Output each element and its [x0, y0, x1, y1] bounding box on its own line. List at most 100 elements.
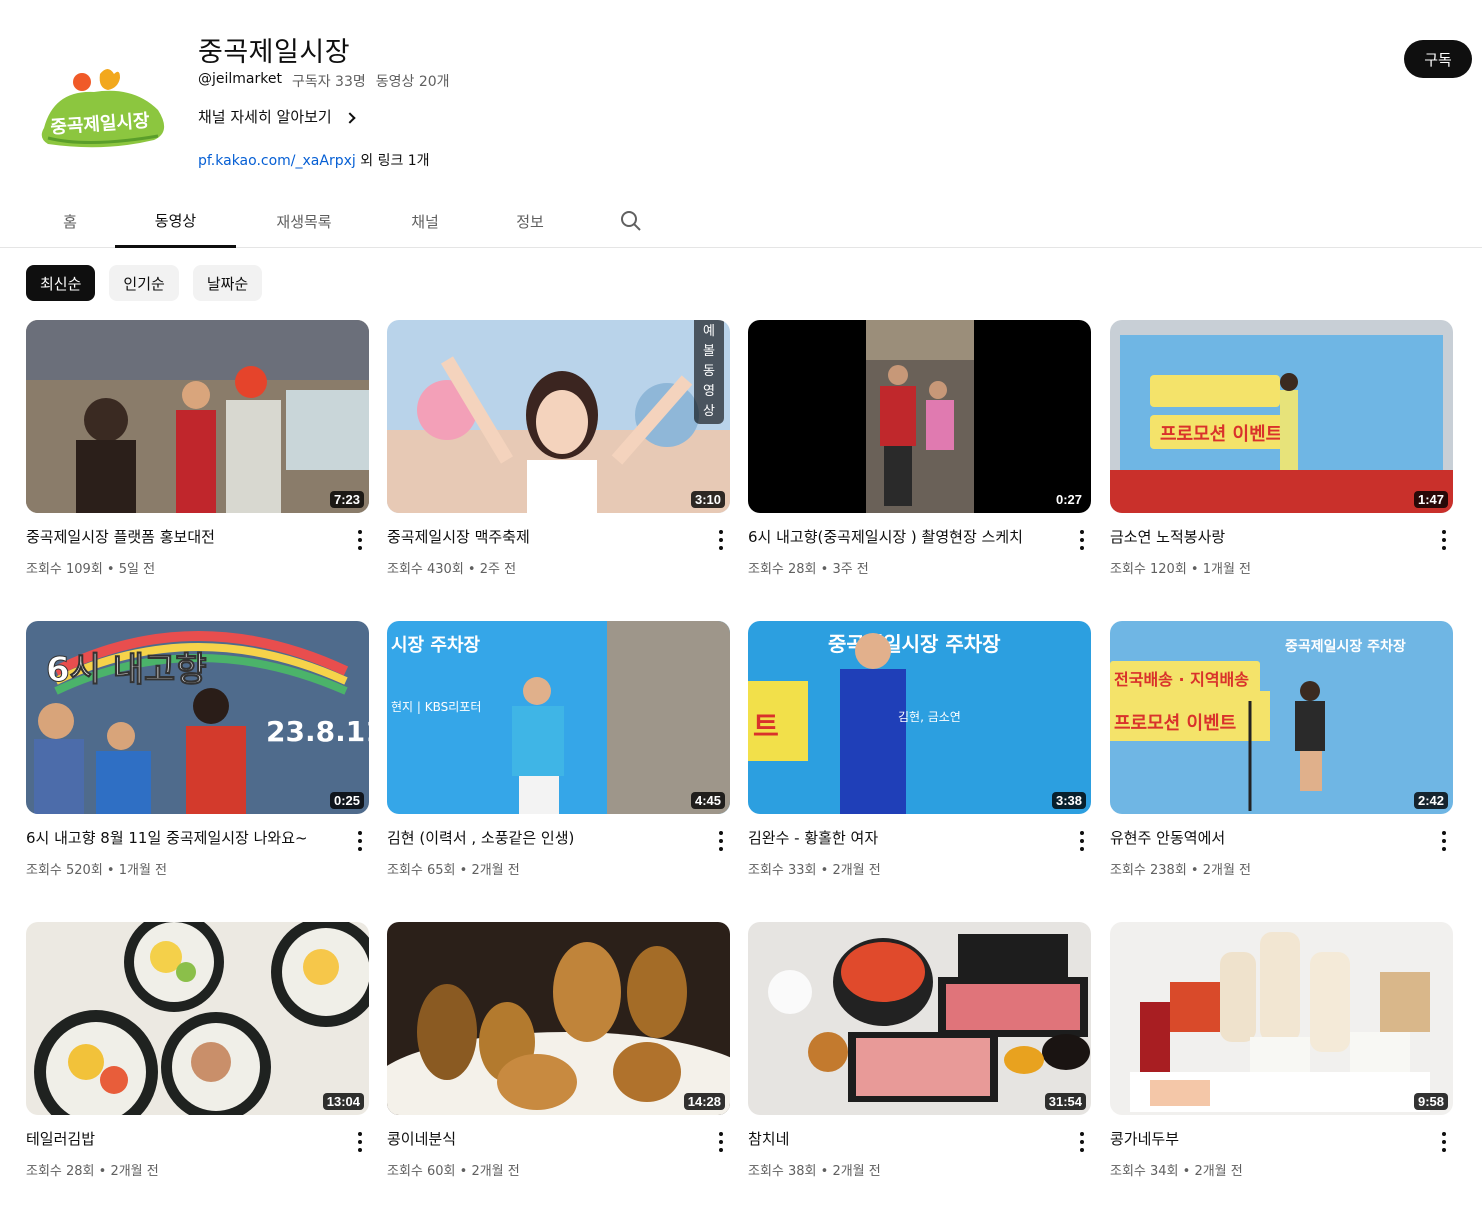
- svg-text:현지 | KBS리포터: 현지 | KBS리포터: [391, 700, 481, 714]
- more-options-icon[interactable]: [357, 530, 363, 550]
- channel-links: pf.kakao.com/_xaArpxj 외 링크 1개: [198, 150, 430, 170]
- video-meta: 조회수 520회 • 1개월 전: [26, 863, 168, 878]
- video-card[interactable]: 전국배송 · 지역배송 프로모션 이벤트 중곡제일시장 주차장 2:42 유현주 …: [1110, 621, 1453, 891]
- more-options-icon[interactable]: [718, 831, 724, 851]
- thumbnail-overlay-label: 예볼동영상: [694, 320, 724, 424]
- video-duration: 1:47: [1413, 491, 1448, 508]
- channel-more-label: 채널 자세히 알아보기: [198, 108, 332, 126]
- more-options-icon[interactable]: [1079, 831, 1085, 851]
- video-duration: 0:27: [1051, 491, 1086, 508]
- sort-chips: 최신순 인기순 날짜순: [26, 265, 263, 301]
- video-duration: 3:10: [690, 491, 725, 508]
- video-title[interactable]: 김완수 - 황홀한 여자: [748, 827, 1068, 848]
- video-thumbnail[interactable]: 13:04: [26, 922, 369, 1115]
- video-count: 동영상 20개: [375, 74, 450, 90]
- video-duration: 7:23: [329, 491, 364, 508]
- video-thumbnail[interactable]: 예 볼 동 영 상 3:10: [387, 320, 730, 513]
- svg-text:6시 내고향: 6시 내고향: [46, 650, 207, 690]
- svg-text:중곡제일시장 주차장: 중곡제일시장 주차장: [828, 632, 1001, 656]
- video-title[interactable]: 유현주 안동역에서: [1110, 827, 1430, 848]
- video-card[interactable]: 31:54 참치네조회수 38회 • 2개월 전: [748, 922, 1091, 1192]
- video-title[interactable]: 테일러김밥: [26, 1128, 346, 1149]
- chip-oldest[interactable]: 날짜순: [192, 265, 263, 301]
- video-meta: 조회수 238회 • 2개월 전: [1110, 863, 1252, 878]
- more-options-icon[interactable]: [1079, 530, 1085, 550]
- video-title[interactable]: 금소연 노적봉사랑: [1110, 526, 1430, 547]
- video-card[interactable]: 9:58 콩가네두부 조회수 34회 • 2개월 전: [1110, 922, 1453, 1192]
- video-title[interactable]: 콩가네두부: [1110, 1128, 1430, 1149]
- video-duration: 2:42: [1413, 792, 1448, 809]
- video-duration: 3:38: [1051, 792, 1086, 809]
- video-card[interactable]: 13:04 테일러김밥조회수 28회 • 2개월 전: [26, 922, 369, 1192]
- chip-latest[interactable]: 최신순: [26, 265, 96, 301]
- svg-text:김현, 금소연: 김현, 금소연: [898, 710, 961, 724]
- video-title[interactable]: 중곡제일시장 맥주축제: [387, 526, 707, 547]
- video-meta: 조회수 120회 • 1개월 전: [1110, 562, 1252, 577]
- video-duration: 31:54: [1044, 1093, 1086, 1110]
- video-title[interactable]: 6시 내고향 8월 11일 중곡제일시장 나와요~: [26, 827, 346, 848]
- video-meta: 조회수 109회 • 5일 전: [26, 562, 156, 577]
- video-title[interactable]: 콩이네분식: [387, 1128, 707, 1149]
- video-thumbnail[interactable]: 시장 주차장 현지 | KBS리포터 4:45: [387, 621, 730, 814]
- video-title[interactable]: 참치네: [748, 1128, 1068, 1149]
- video-thumbnail[interactable]: 14:28: [387, 922, 730, 1115]
- channel-links-extra[interactable]: 외 링크 1개: [360, 153, 429, 169]
- more-options-icon[interactable]: [1441, 1132, 1447, 1152]
- more-options-icon[interactable]: [1441, 831, 1447, 851]
- search-icon[interactable]: [620, 210, 642, 232]
- video-duration: 4:45: [690, 792, 725, 809]
- video-thumbnail[interactable]: 0:27: [748, 320, 1091, 513]
- video-title[interactable]: 6시 내고향(중곡제일시장 ) 촬영현장 스케치: [748, 526, 1068, 547]
- svg-text:프로모션 이벤트: 프로모션 이벤트: [1114, 713, 1236, 734]
- svg-text:전국배송 · 지역배송: 전국배송 · 지역배송: [1114, 670, 1249, 689]
- video-thumbnail[interactable]: 6시 내고향 23.8.11 0:25: [26, 621, 369, 814]
- tab-about[interactable]: 정보: [490, 196, 570, 247]
- subscribe-button[interactable]: 구독: [1404, 40, 1472, 78]
- video-thumbnail[interactable]: 프로모션 이벤트 1:47: [1110, 320, 1453, 513]
- tab-channels[interactable]: 채널: [380, 196, 470, 247]
- video-card[interactable]: 7:23 중곡제일시장 플랫폼 홍보대전조회수 109회 • 5일 전: [26, 320, 369, 590]
- video-title[interactable]: 김현 (이력서 , 소풍같은 인생): [387, 827, 707, 848]
- more-options-icon[interactable]: [718, 530, 724, 550]
- video-meta: 조회수 38회 • 2개월 전: [748, 1164, 881, 1179]
- tab-videos[interactable]: 동영상: [115, 196, 236, 248]
- svg-text:트: 트: [753, 710, 779, 743]
- video-card[interactable]: 예 볼 동 영 상 3:10 중곡제일시장 맥주축제조회수 430회 • 2주 전: [387, 320, 730, 590]
- video-duration: 9:58: [1413, 1093, 1448, 1110]
- video-title[interactable]: 중곡제일시장 플랫폼 홍보대전: [26, 526, 346, 547]
- video-meta: 조회수 430회 • 2주 전: [387, 562, 517, 577]
- video-thumbnail[interactable]: 7:23: [26, 320, 369, 513]
- video-duration: 0:25: [329, 792, 364, 809]
- more-options-icon[interactable]: [1441, 530, 1447, 550]
- svg-text:중곡제일시장 주차장: 중곡제일시장 주차장: [1285, 638, 1406, 655]
- channel-external-link[interactable]: pf.kakao.com/_xaArpxj: [198, 153, 356, 169]
- video-meta: 조회수 33회 • 2개월 전: [748, 863, 881, 878]
- video-thumbnail[interactable]: 중곡제일시장 주차장 트 김현, 금소연 3:38: [748, 621, 1091, 814]
- video-card[interactable]: 0:27 6시 내고향(중곡제일시장 ) 촬영현장 스케치조회수 28회 • 3주…: [748, 320, 1091, 590]
- more-options-icon[interactable]: [357, 831, 363, 851]
- video-meta: 조회수 65회 • 2개월 전: [387, 863, 520, 878]
- more-options-icon[interactable]: [357, 1132, 363, 1152]
- video-meta: 조회수 28회 • 2개월 전: [26, 1164, 159, 1179]
- video-card[interactable]: 중곡제일시장 주차장 트 김현, 금소연 3:38 김완수 - 황홀한 여자조회수 …: [748, 621, 1091, 891]
- tab-playlists[interactable]: 재생목록: [256, 196, 352, 247]
- subscriber-count: 구독자 33명: [291, 74, 366, 90]
- channel-more-link[interactable]: 채널 자세히 알아보기: [198, 106, 356, 127]
- channel-title: 중곡제일시장: [198, 37, 351, 68]
- video-card[interactable]: 6시 내고향 23.8.11 0:25 6시 내고향 8월 11일 중곡제일시장 …: [26, 621, 369, 891]
- tab-home[interactable]: 홈: [40, 196, 100, 247]
- video-card[interactable]: 프로모션 이벤트 1:47 금소연 노적봉사랑조회수 120회 • 1개월 전: [1110, 320, 1453, 590]
- chip-popular[interactable]: 인기순: [109, 265, 179, 301]
- video-thumbnail[interactable]: 9:58: [1110, 922, 1453, 1115]
- video-card[interactable]: 시장 주차장 현지 | KBS리포터 4:45 김현 (이력서 , 소풍같은 인생…: [387, 621, 730, 891]
- video-thumbnail[interactable]: 전국배송 · 지역배송 프로모션 이벤트 중곡제일시장 주차장 2:42: [1110, 621, 1453, 814]
- video-meta: 조회수 28회 • 3주 전: [748, 562, 869, 577]
- svg-text:23.8.11: 23.8.11: [266, 715, 369, 748]
- more-options-icon[interactable]: [718, 1132, 724, 1152]
- video-card[interactable]: 14:28 콩이네분식조회수 60회 • 2개월 전: [387, 922, 730, 1192]
- video-meta: 조회수 60회 • 2개월 전: [387, 1164, 520, 1179]
- more-options-icon[interactable]: [1079, 1132, 1085, 1152]
- video-thumbnail[interactable]: 31:54: [748, 922, 1091, 1115]
- channel-header: 중곡제일시장 중곡제일시장 @jeilmarket 구독자 33명 동영상 20…: [0, 0, 1482, 190]
- channel-avatar[interactable]: 중곡제일시장: [38, 60, 172, 154]
